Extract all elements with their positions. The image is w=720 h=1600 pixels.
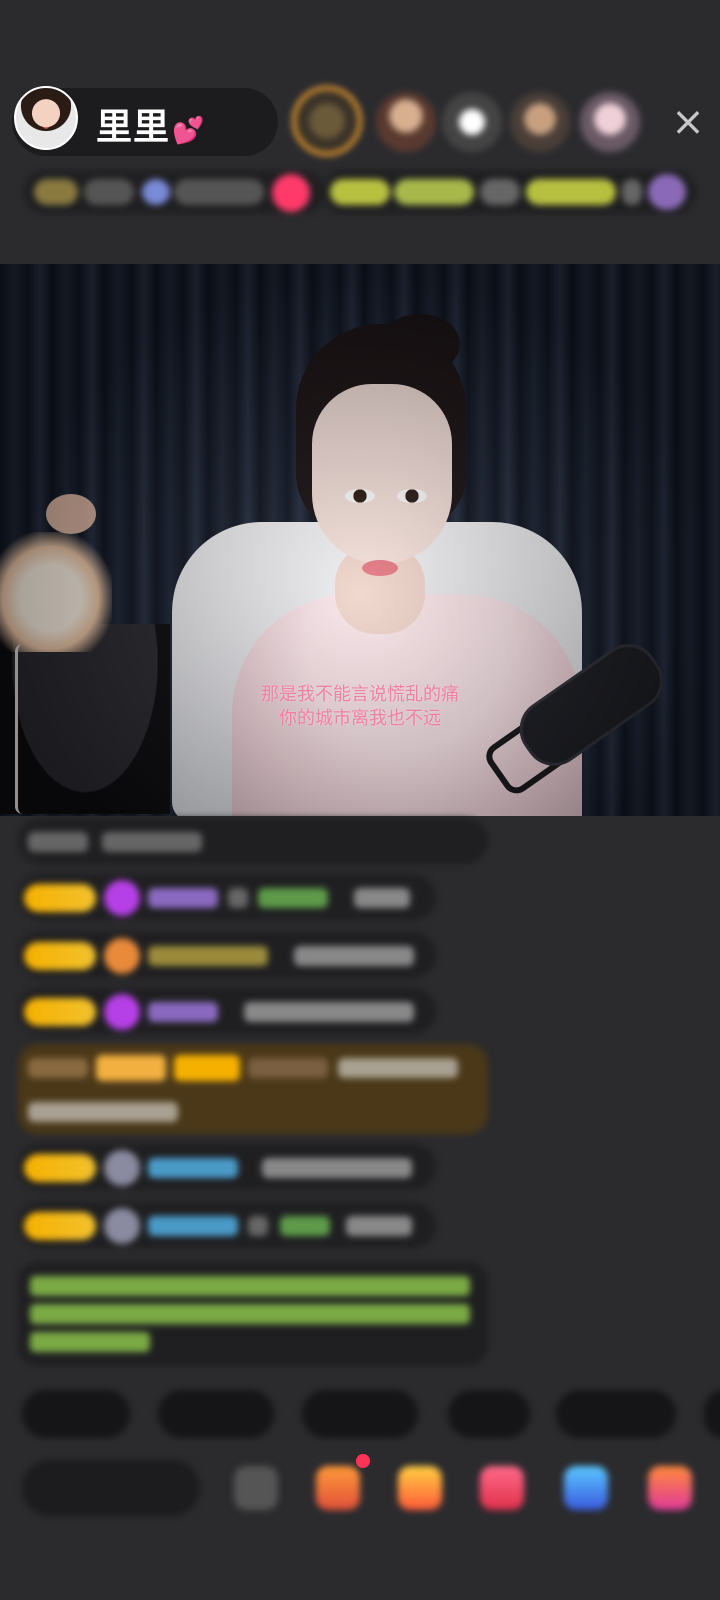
game-icon[interactable] xyxy=(564,1466,608,1510)
stream-rank-bar[interactable] xyxy=(24,170,324,214)
chat-message[interactable] xyxy=(18,818,488,864)
top-viewer-avatar-5[interactable] xyxy=(580,92,640,152)
top-viewer-avatar-3[interactable] xyxy=(442,92,502,152)
chat-message[interactable] xyxy=(18,874,436,920)
activity-banner-bar[interactable] xyxy=(322,170,696,214)
chat-message[interactable] xyxy=(18,932,436,978)
user-avatar-icon xyxy=(104,1208,140,1244)
chat-input[interactable] xyxy=(22,1460,200,1516)
host-name[interactable]: 里里💕 xyxy=(96,98,205,150)
level-badge xyxy=(24,1212,96,1240)
chat-message[interactable] xyxy=(18,1202,436,1248)
lamp-ornament xyxy=(46,494,96,534)
top-viewer-avatar-1[interactable] xyxy=(292,86,362,156)
streamer-lips xyxy=(362,560,398,576)
fan-badge-icon xyxy=(104,938,140,974)
close-icon[interactable]: × xyxy=(668,102,708,142)
lyric-line-2: 你的城市离我也不远 xyxy=(279,708,441,729)
quick-reply-chip[interactable] xyxy=(556,1390,676,1438)
chair xyxy=(172,522,582,816)
notification-dot xyxy=(356,1454,370,1468)
top-viewer-avatar-4[interactable] xyxy=(510,92,570,152)
live-video-stream[interactable] xyxy=(0,264,720,816)
quick-reply-chip[interactable] xyxy=(448,1390,530,1438)
gift-icon[interactable] xyxy=(316,1466,360,1510)
heart-icon[interactable] xyxy=(480,1466,524,1510)
level-badge xyxy=(24,1154,96,1182)
quick-reply-chip[interactable] xyxy=(302,1390,418,1438)
streamer-hair-bun xyxy=(380,314,460,374)
level-badge xyxy=(24,998,96,1026)
vip-gem-icon xyxy=(104,880,140,916)
vip-gem-icon xyxy=(104,994,140,1030)
streamer-hair xyxy=(296,324,466,534)
quick-reply-chip[interactable] xyxy=(22,1390,130,1438)
lamp xyxy=(0,532,112,652)
host-name-text: 里里 xyxy=(96,107,171,148)
quick-reply-chip[interactable] xyxy=(158,1390,274,1438)
host-avatar[interactable] xyxy=(14,86,78,150)
chat-message[interactable] xyxy=(18,988,436,1034)
system-notice xyxy=(18,1262,488,1366)
gift-message[interactable] xyxy=(18,1044,488,1134)
emoji-icon[interactable] xyxy=(234,1466,278,1510)
streamer-neck xyxy=(335,544,425,634)
fan-club-icon[interactable] xyxy=(398,1466,442,1510)
streamer-eye-right xyxy=(397,489,427,503)
streamer-eye-left xyxy=(345,489,375,503)
top-viewer-avatar-2[interactable] xyxy=(376,92,436,152)
quick-reply-chip[interactable] xyxy=(704,1390,720,1438)
user-avatar-icon xyxy=(104,1150,140,1186)
chat-message[interactable] xyxy=(18,1144,436,1190)
streamer-face xyxy=(312,384,452,564)
level-badge xyxy=(24,942,96,970)
host-name-emoji: 💕 xyxy=(172,116,206,146)
level-badge xyxy=(24,884,96,912)
more-icon[interactable] xyxy=(648,1466,692,1510)
lyric-line-1: 那是我不能言说慌乱的痛 xyxy=(261,684,459,705)
